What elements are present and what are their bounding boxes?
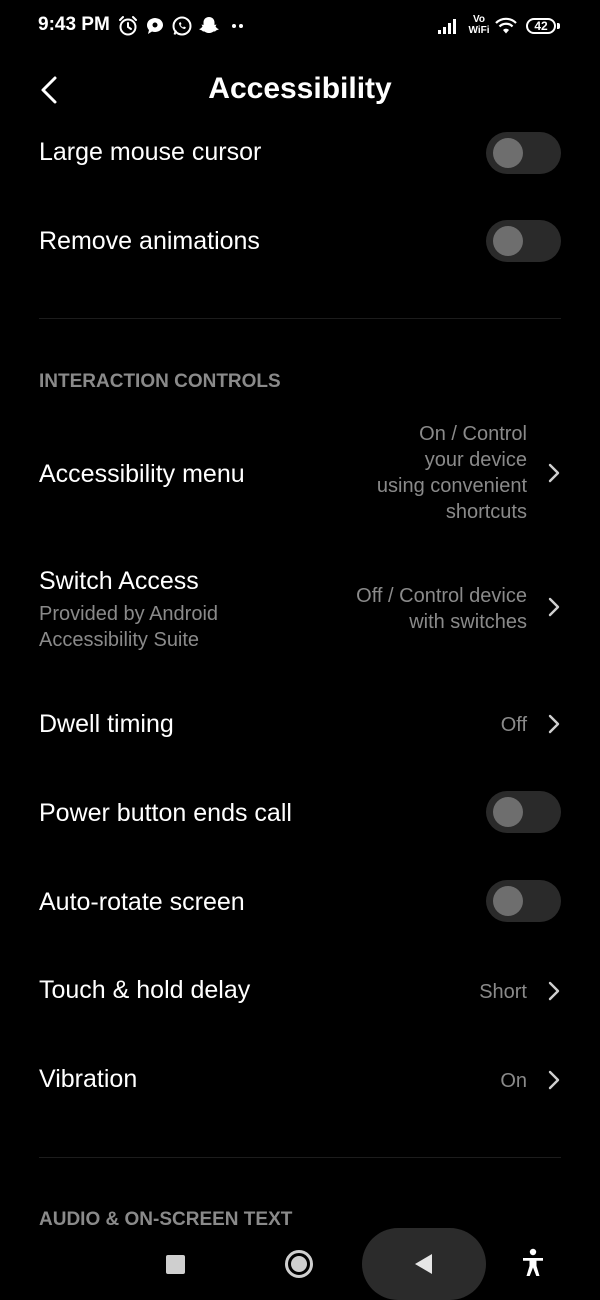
vowifi-bottom-label: WiFi	[468, 25, 490, 36]
value-line: your device	[424, 449, 527, 471]
remove-animations-toggle[interactable]	[486, 220, 561, 262]
setting-row-accessibility-menu[interactable]: Accessibility menu On / Control your dev…	[0, 420, 600, 530]
setting-row-dwell-timing[interactable]: Dwell timing Off	[0, 704, 600, 748]
toggle-knob	[493, 226, 523, 256]
toggle-knob	[493, 138, 523, 168]
value-line: On / Control	[419, 423, 527, 445]
battery-level: 42	[534, 19, 548, 33]
auto-rotate-screen-toggle[interactable]	[486, 880, 561, 922]
subtitle-line: Accessibility Suite	[39, 629, 200, 651]
recents-icon[interactable]	[166, 1255, 185, 1274]
subtitle-line: Provided by Android	[39, 603, 219, 625]
snapchat-icon	[197, 12, 221, 40]
section-header-audio-on-screen-text: AUDIO & ON-SCREEN TEXT	[39, 1209, 293, 1230]
section-divider	[39, 1157, 561, 1158]
battery-tip	[557, 23, 560, 29]
wifi-icon	[494, 12, 518, 40]
setting-title: Touch & hold delay	[39, 976, 251, 1004]
back-icon[interactable]	[412, 1252, 434, 1276]
battery-indicator: 42	[526, 18, 556, 34]
setting-title: Large mouse cursor	[39, 138, 262, 166]
setting-title: Auto-rotate screen	[39, 888, 245, 916]
value-line: Off / Control device	[356, 585, 527, 607]
section-divider	[39, 318, 561, 319]
setting-value: Off / Control device with switches	[356, 583, 527, 635]
setting-value: On / Control your device using convenien…	[377, 421, 527, 525]
value-line: with switches	[409, 611, 527, 633]
setting-value: Short	[479, 981, 527, 1003]
setting-row-switch-access[interactable]: Switch Access Provided by Android Access…	[0, 565, 600, 657]
home-icon-center	[291, 1256, 307, 1272]
status-time: 9:43 PM	[38, 14, 110, 35]
value-line: shortcuts	[445, 501, 527, 523]
whatsapp-icon	[170, 12, 194, 40]
section-header-interaction-controls: INTERACTION CONTROLS	[39, 371, 281, 392]
home-icon[interactable]	[285, 1250, 313, 1278]
toggle-knob	[493, 886, 523, 916]
setting-title: Remove animations	[39, 227, 260, 255]
setting-title: Dwell timing	[39, 710, 174, 738]
alarm-icon	[116, 12, 140, 40]
signal-icon	[436, 12, 460, 40]
setting-row-remove-animations[interactable]: Remove animations	[0, 220, 600, 264]
toggle-knob	[493, 797, 523, 827]
setting-title: Power button ends call	[39, 799, 292, 827]
setting-value: Off	[500, 714, 527, 736]
chat-bubble-icon	[143, 12, 167, 40]
chevron-right-icon	[548, 463, 560, 483]
setting-row-vibration[interactable]: Vibration On	[0, 1061, 600, 1105]
setting-value: On	[500, 1070, 527, 1092]
setting-title: Switch Access	[39, 567, 199, 595]
chevron-right-icon	[548, 714, 560, 734]
more-dots-icon	[226, 12, 250, 40]
page-title: Accessibility	[208, 72, 392, 105]
accessibility-shortcut-icon[interactable]	[520, 1248, 546, 1278]
power-button-ends-call-toggle[interactable]	[486, 791, 561, 833]
vowifi-top-label: Vo	[472, 14, 486, 25]
chevron-right-icon	[548, 981, 560, 1001]
setting-title: Vibration	[39, 1065, 138, 1093]
setting-row-auto-rotate-screen[interactable]: Auto-rotate screen	[0, 880, 600, 924]
setting-row-large-mouse-cursor[interactable]: Large mouse cursor	[0, 132, 600, 176]
setting-title: Accessibility menu	[39, 460, 245, 488]
setting-row-power-button-ends-call[interactable]: Power button ends call	[0, 791, 600, 835]
chevron-right-icon	[548, 597, 560, 617]
setting-subtitle: Provided by Android Accessibility Suite	[39, 601, 218, 653]
chevron-right-icon	[548, 1070, 560, 1090]
setting-row-touch-hold-delay[interactable]: Touch & hold delay Short	[0, 972, 600, 1016]
vowifi-icon: Vo WiFi	[466, 14, 492, 38]
value-line: using convenient	[376, 475, 527, 497]
large-mouse-cursor-toggle[interactable]	[486, 132, 561, 174]
